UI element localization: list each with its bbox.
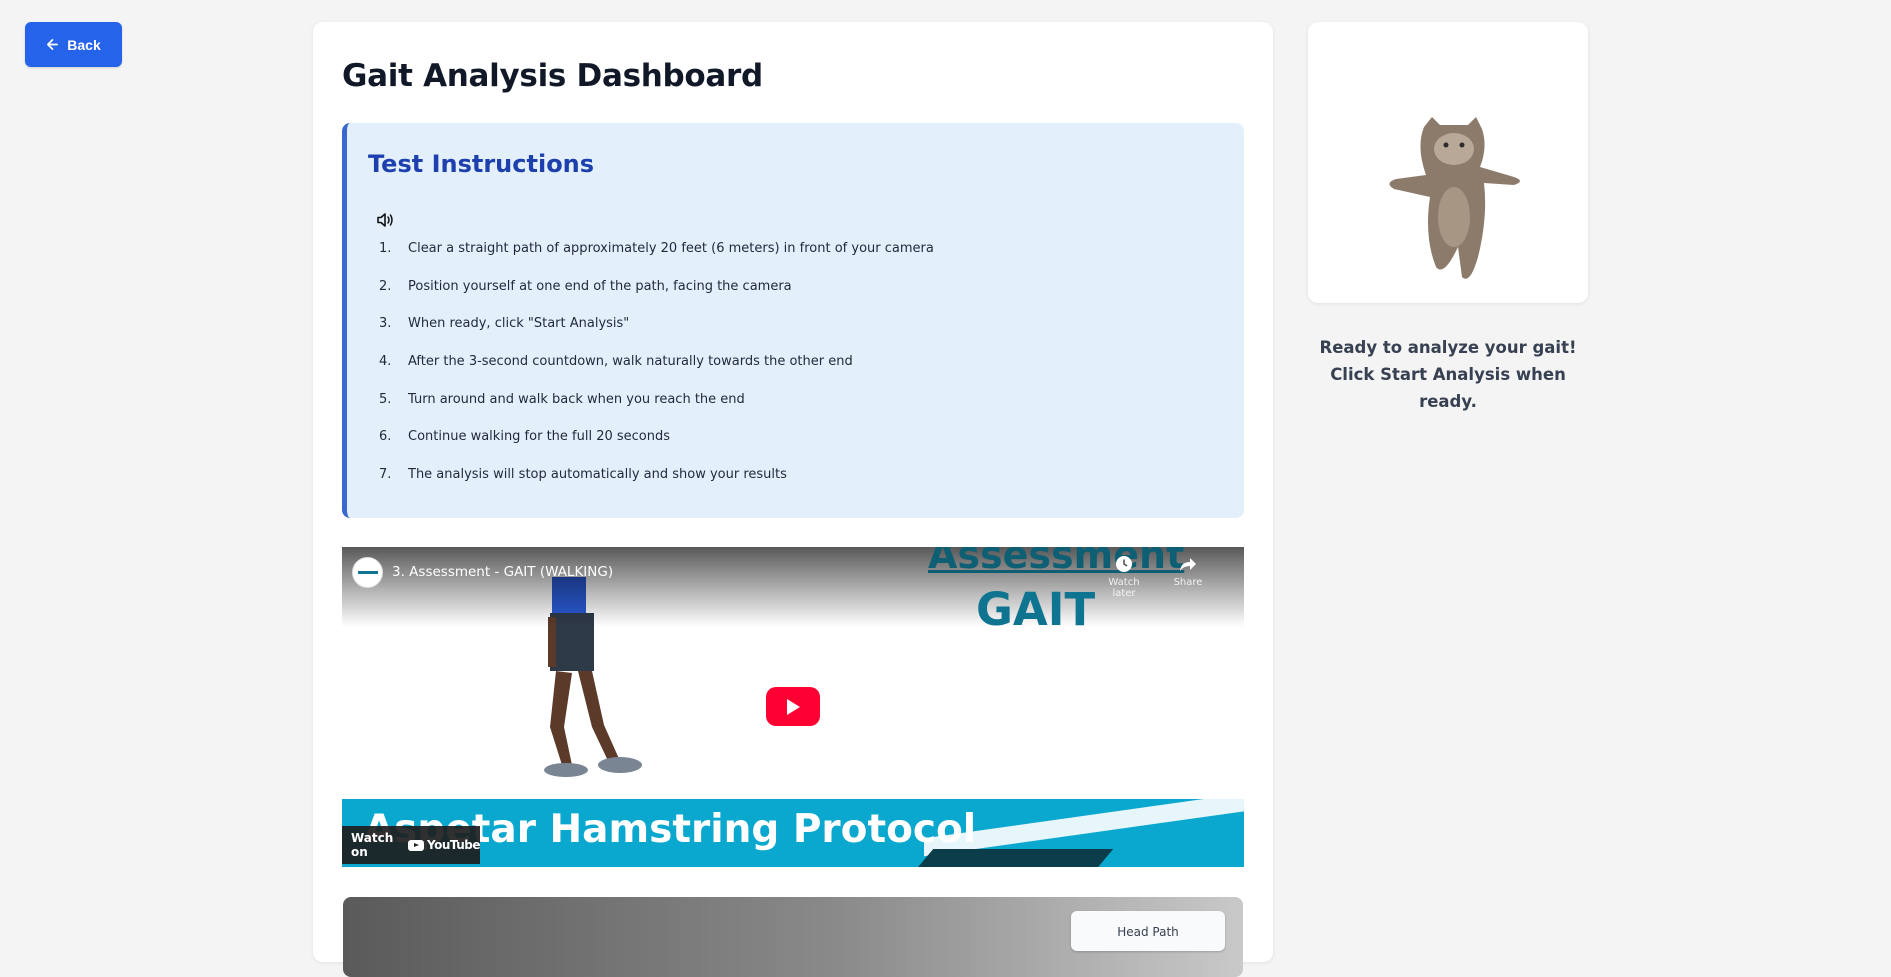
share-button[interactable]: Share	[1164, 555, 1212, 588]
video-title[interactable]: 3. Assessment - GAIT (WALKING)	[392, 564, 613, 580]
share-label: Share	[1173, 577, 1203, 588]
play-button[interactable]	[766, 687, 820, 726]
instructions-list: 1. Clear a straight path of approximately…	[379, 241, 934, 505]
step-number: 3.	[379, 316, 392, 332]
back-button-label: Back	[67, 36, 101, 53]
step-text: Turn around and walk back when you reach…	[408, 391, 745, 407]
channel-avatar[interactable]	[352, 557, 383, 588]
step-number: 5.	[379, 391, 392, 407]
back-button[interactable]: Back	[25, 22, 122, 67]
watch-later-label: Watch later	[1108, 577, 1140, 599]
mascot-card	[1308, 22, 1588, 303]
head-path-button[interactable]: Head Path	[1071, 911, 1225, 951]
play-icon	[787, 698, 800, 715]
youtube-video-embed[interactable]: 3. Assessment - GAIT (WALKING) Assessmen…	[342, 547, 1244, 867]
step-text: After the 3-second countdown, walk natur…	[408, 354, 853, 370]
camera-feed: Head Path	[343, 897, 1243, 977]
watch-on-label: Watch on	[351, 831, 394, 859]
clock-icon	[1116, 556, 1132, 572]
arrow-left-icon	[47, 39, 59, 50]
list-item: 2. Position yourself at one end of the pa…	[379, 279, 934, 317]
list-item: 4. After the 3-second countdown, walk nat…	[379, 354, 934, 392]
list-item: 6. Continue walking for the full 20 secon…	[379, 429, 934, 467]
step-number: 6.	[379, 429, 392, 445]
video-heading-gait: GAIT	[976, 583, 1096, 636]
step-text: Position yourself at one end of the path…	[408, 278, 792, 294]
main-card: Gait Analysis Dashboard Test Instruction…	[313, 22, 1273, 977]
watch-later-button[interactable]: Watch later	[1100, 555, 1148, 599]
step-text: Continue walking for the full 20 seconds	[408, 429, 671, 445]
list-item: 1. Clear a straight path of approximately…	[379, 241, 934, 279]
status-message: Ready to analyze your gait! Click Start …	[1319, 338, 1577, 411]
dancing-cat-image	[1389, 117, 1520, 279]
speaker-icon[interactable]	[376, 212, 394, 228]
list-item: 3. When ready, click "Start Analysis"	[379, 316, 934, 354]
step-text: Clear a straight path of approximately 2…	[408, 241, 934, 256]
step-text: When ready, click "Start Analysis"	[408, 316, 630, 332]
step-number: 2.	[379, 278, 392, 294]
list-item: 7. The analysis will stop automatically a…	[379, 467, 934, 505]
instructions-panel: Test Instructions 1. Clear a straight pat…	[342, 123, 1244, 518]
youtube-logo-icon: YouTube	[407, 838, 481, 852]
page-title: Gait Analysis Dashboard	[342, 58, 763, 94]
step-number: 4.	[379, 354, 392, 370]
watch-on-youtube-button[interactable]: Watch on YouTube	[342, 826, 481, 864]
instructions-title: Test Instructions	[368, 150, 595, 178]
step-number: 7.	[379, 467, 392, 483]
step-number: 1.	[379, 241, 392, 256]
step-text: The analysis will stop automatically and…	[408, 467, 787, 483]
share-icon	[1180, 558, 1196, 571]
list-item: 5. Turn around and walk back when you rea…	[379, 392, 934, 430]
